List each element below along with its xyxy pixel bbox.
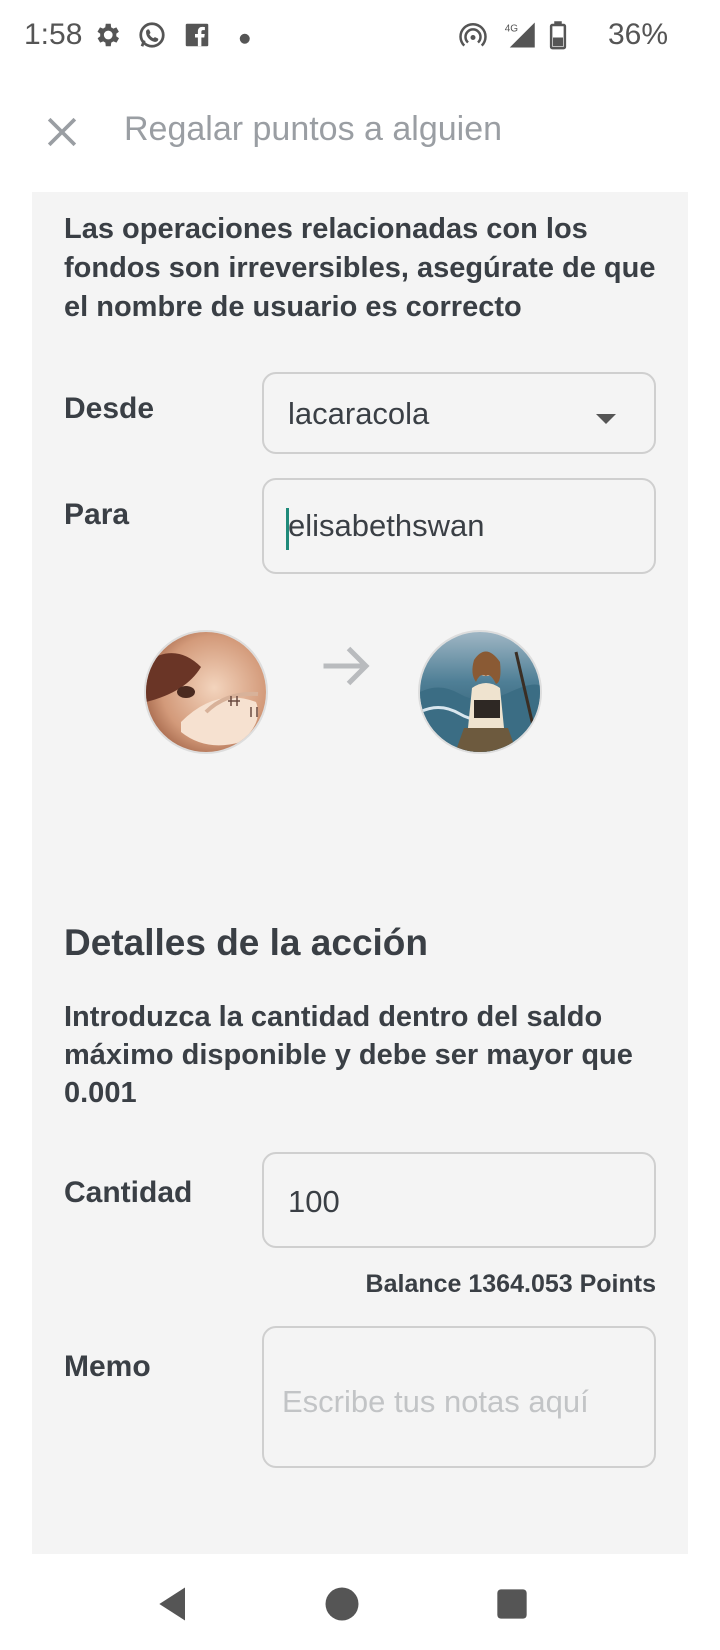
recents-icon[interactable] [490,1582,534,1626]
arrow-right-icon [323,646,370,686]
to-value: elisabethswan [288,508,485,543]
details-info: Introduzca la cantidad dentro del saldo … [64,1001,633,1109]
system-nav-bar [0,1554,720,1650]
signal-4g-icon: 4G [505,22,535,48]
back-icon[interactable] [152,1582,196,1626]
details-card: Detalles de la acción Introduzca la cant… [32,886,688,1554]
status-bar: 1:58 4G 36% [0,0,720,72]
home-icon[interactable] [320,1582,364,1626]
from-value: lacaracola [288,396,430,431]
amount-label: Cantidad [64,1176,193,1209]
memo-label: Memo [64,1350,151,1383]
close-icon[interactable] [40,110,84,154]
warning-text: Las operaciones relacionadas con los fon… [64,213,656,323]
battery-percent: 36% [608,18,669,51]
chevron-down-icon [596,414,616,424]
balance-text: Balance 1364.053 Points [365,1270,656,1298]
dot-icon [239,33,250,44]
from-select[interactable]: lacaracola [262,372,656,454]
status-time: 1:58 [24,18,83,51]
memo-input[interactable]: Escribe tus notas aquí [262,1326,656,1468]
gear-icon [97,23,119,47]
page-title: Regalar puntos a alguien [124,110,503,148]
whatsapp-icon [139,22,165,48]
to-label: Para [64,498,130,531]
amount-input[interactable]: 100 [262,1152,656,1248]
facebook-icon [185,23,209,47]
details-title: Detalles de la acción [64,922,429,963]
to-input[interactable]: elisabethswan [262,478,656,574]
app-header: Regalar puntos a alguien [0,92,720,172]
hotspot-icon [459,23,487,47]
battery-icon [549,21,567,50]
amount-value: 100 [288,1184,340,1219]
network-label: 4G [505,23,519,34]
sender-avatar [144,630,268,754]
recipient-avatar [418,630,542,754]
content-scroll[interactable]: Las operaciones relacionadas con los fon… [0,192,720,1554]
from-label: Desde [64,392,155,425]
memo-placeholder: Escribe tus notas aquí [282,1384,589,1419]
